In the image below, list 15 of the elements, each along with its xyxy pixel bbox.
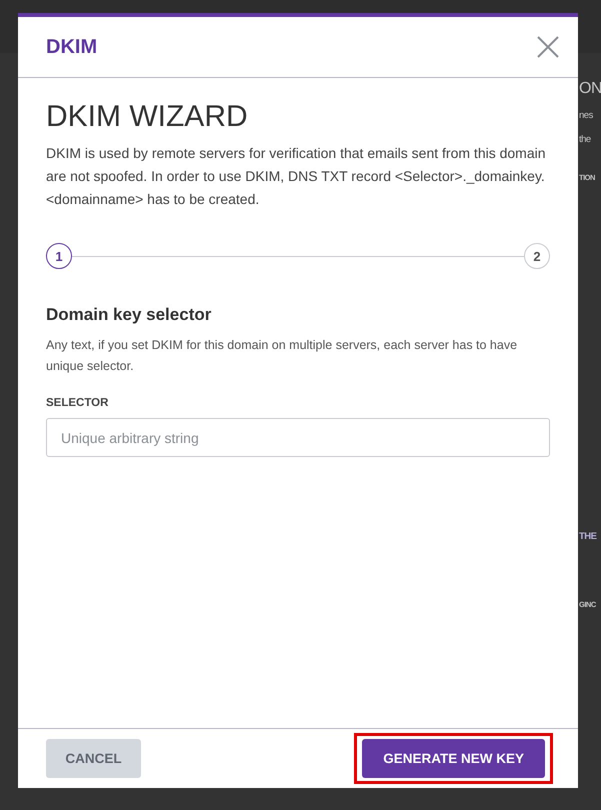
help-text: Any text, if you set DKIM for this domain on multiple servers, each server has to have unique selector. <box>46 337 518 375</box>
background-text: THE <box>579 532 596 541</box>
background-text: the <box>579 134 591 144</box>
field-label: SELECTOR <box>46 397 110 409</box>
close-icon[interactable] <box>536 35 560 59</box>
step-indicator: 2 <box>524 243 550 269</box>
section-title: Domain key selector <box>46 305 212 325</box>
background-text: nes <box>579 111 593 120</box>
background-text: ON <box>579 81 601 97</box>
wizard-heading: DKIM WIZARD <box>46 100 249 134</box>
description-text: DKIM is used by remote servers for verification that emails sent from this domain are not spoofed. In order to use DKIM, DNS TXT record <Selector>._domainkey.<domainname> has to be created. <box>46 144 547 209</box>
step-indicator: 1 <box>46 243 72 269</box>
dialog-title: DKIM <box>46 36 98 58</box>
generate-button[interactable]: GENERATE NEW KEY <box>362 739 545 778</box>
selector-field[interactable]: Unique arbitrary string <box>46 418 550 457</box>
